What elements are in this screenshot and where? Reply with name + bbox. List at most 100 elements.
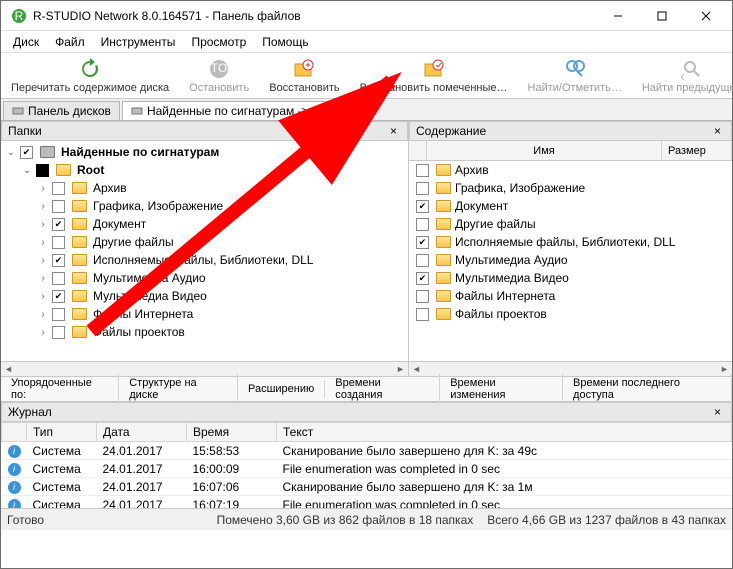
menu-item[interactable]: Просмотр bbox=[183, 33, 254, 51]
sortbar-item[interactable]: Времени изменения bbox=[440, 374, 563, 404]
list-item[interactable]: Графика, Изображение bbox=[409, 179, 732, 197]
menu-item[interactable]: Диск bbox=[5, 33, 47, 51]
toolbar-stop-button[interactable]: STOPОстановить bbox=[179, 54, 259, 98]
info-icon: i bbox=[8, 445, 21, 458]
col-type[interactable]: Тип bbox=[27, 423, 97, 442]
tab-strip: Панель дисковНайденные по сигнатурам -> … bbox=[1, 99, 732, 121]
folder-icon bbox=[436, 164, 451, 176]
tab-close-icon[interactable]: × bbox=[329, 104, 336, 118]
right-panel-close[interactable]: × bbox=[710, 124, 725, 138]
content-column-header[interactable]: Имя Размер bbox=[409, 141, 732, 161]
list-item[interactable]: Мультимедиа Аудио bbox=[409, 251, 732, 269]
checkbox[interactable] bbox=[416, 218, 429, 231]
tree-row[interactable]: ›Мультимедиа Видео bbox=[1, 287, 408, 305]
sortbar-item[interactable]: Времени последнего доступа bbox=[563, 374, 732, 404]
sortbar-item[interactable]: Структуре на диске bbox=[119, 374, 238, 404]
sortbar-item[interactable]: Времени создания bbox=[325, 374, 440, 404]
checkbox[interactable] bbox=[416, 308, 429, 321]
left-panel-header: Папки × bbox=[1, 121, 408, 141]
checkbox[interactable] bbox=[52, 236, 65, 249]
col-name[interactable]: Имя bbox=[427, 141, 662, 160]
list-item[interactable]: Мультимедиа Видео bbox=[409, 269, 732, 287]
menu-item[interactable]: Помощь bbox=[254, 33, 316, 51]
toolbar-refresh-button[interactable]: Перечитать содержимое диска bbox=[1, 54, 179, 98]
checkbox[interactable] bbox=[52, 218, 65, 231]
expand-icon[interactable]: › bbox=[37, 183, 49, 194]
checkbox[interactable] bbox=[52, 272, 65, 285]
folder-icon bbox=[436, 200, 451, 212]
checkbox[interactable] bbox=[52, 182, 65, 195]
sortbar-item[interactable]: Расширению bbox=[238, 380, 325, 398]
folder-icon bbox=[436, 290, 451, 302]
tree-row[interactable]: ›Другие файлы bbox=[1, 233, 408, 251]
journal-table[interactable]: Тип Дата Время Текст iСистема24.01.20171… bbox=[1, 422, 732, 508]
checkbox[interactable] bbox=[36, 164, 49, 177]
content-list[interactable]: АрхивГрафика, ИзображениеДокументДругие … bbox=[409, 161, 732, 361]
list-item[interactable]: Файлы Интернета bbox=[409, 287, 732, 305]
expand-icon[interactable]: › bbox=[37, 201, 49, 212]
tree-row[interactable]: ⌄Root bbox=[1, 161, 408, 179]
checkbox[interactable] bbox=[416, 290, 429, 303]
find-icon bbox=[564, 58, 586, 80]
checkbox[interactable] bbox=[52, 308, 65, 321]
expand-icon[interactable]: › bbox=[37, 291, 49, 302]
expand-icon[interactable]: ⌄ bbox=[5, 147, 17, 158]
list-item[interactable]: Файлы проектов bbox=[409, 305, 732, 323]
list-item[interactable]: Архив bbox=[409, 161, 732, 179]
toolbar-find-button[interactable]: Найти/Отметить… bbox=[518, 54, 632, 98]
tab[interactable]: Найденные по сигнатурам -> K:× bbox=[122, 101, 345, 120]
menu-item[interactable]: Файл bbox=[47, 33, 93, 51]
toolbar-recover-marked-button[interactable]: Восстановить помеченные… bbox=[350, 54, 518, 98]
menu-item[interactable]: Инструменты bbox=[93, 33, 184, 51]
journal-row[interactable]: iСистема24.01.201716:07:19File enumerati… bbox=[2, 496, 732, 509]
list-item[interactable]: Исполняемые файлы, Библиотеки, DLL bbox=[409, 233, 732, 251]
close-button[interactable] bbox=[684, 2, 728, 30]
checkbox[interactable] bbox=[416, 200, 429, 213]
tree-row[interactable]: ›Графика, Изображение bbox=[1, 197, 408, 215]
tree-row[interactable]: ›Исполняемые файлы, Библиотеки, DLL bbox=[1, 251, 408, 269]
checkbox[interactable] bbox=[52, 200, 65, 213]
journal-close[interactable]: × bbox=[710, 405, 725, 419]
col-size[interactable]: Размер bbox=[662, 141, 732, 160]
list-item[interactable]: Другие файлы bbox=[409, 215, 732, 233]
toolbar-find-prev-button[interactable]: Найти предыдущее bbox=[632, 54, 733, 98]
col-time[interactable]: Время bbox=[187, 423, 277, 442]
expand-icon[interactable]: › bbox=[37, 327, 49, 338]
maximize-button[interactable] bbox=[640, 2, 684, 30]
journal-row[interactable]: iСистема24.01.201716:07:06Сканирование б… bbox=[2, 478, 732, 496]
tree-row[interactable]: ›Архив bbox=[1, 179, 408, 197]
window-title: R-STUDIO Network 8.0.164571 - Панель фай… bbox=[33, 9, 596, 23]
tree-row[interactable]: ›Файлы Интернета bbox=[1, 305, 408, 323]
expand-icon[interactable]: › bbox=[37, 255, 49, 266]
tree-row[interactable]: ›Мультимедиа Аудио bbox=[1, 269, 408, 287]
left-panel-title: Папки bbox=[8, 124, 42, 138]
checkbox[interactable] bbox=[52, 326, 65, 339]
folder-tree[interactable]: ⌄Найденные по сигнатурам⌄Root›Архив›Граф… bbox=[1, 141, 408, 361]
toolbar-recover-button[interactable]: Восстановить bbox=[259, 54, 349, 98]
tab[interactable]: Панель дисков bbox=[3, 101, 120, 120]
folder-icon bbox=[436, 308, 451, 320]
tree-row[interactable]: ⌄Найденные по сигнатурам bbox=[1, 143, 408, 161]
list-item[interactable]: Документ bbox=[409, 197, 732, 215]
col-text[interactable]: Текст bbox=[277, 423, 732, 442]
expand-icon[interactable]: › bbox=[37, 273, 49, 284]
checkbox[interactable] bbox=[20, 146, 33, 159]
journal-row[interactable]: iСистема24.01.201716:00:09File enumerati… bbox=[2, 460, 732, 478]
expand-icon[interactable]: › bbox=[37, 309, 49, 320]
checkbox[interactable] bbox=[416, 164, 429, 177]
expand-icon[interactable]: › bbox=[37, 219, 49, 230]
expand-icon[interactable]: › bbox=[37, 237, 49, 248]
checkbox[interactable] bbox=[52, 290, 65, 303]
tree-row[interactable]: ›Документ bbox=[1, 215, 408, 233]
checkbox[interactable] bbox=[416, 182, 429, 195]
left-panel-close[interactable]: × bbox=[386, 124, 401, 138]
col-date[interactable]: Дата bbox=[97, 423, 187, 442]
tree-row[interactable]: ›Файлы проектов bbox=[1, 323, 408, 341]
checkbox[interactable] bbox=[416, 272, 429, 285]
journal-row[interactable]: iСистема24.01.201715:58:53Сканирование б… bbox=[2, 442, 732, 460]
checkbox[interactable] bbox=[52, 254, 65, 267]
checkbox[interactable] bbox=[416, 254, 429, 267]
expand-icon[interactable]: ⌄ bbox=[21, 165, 33, 176]
checkbox[interactable] bbox=[416, 236, 429, 249]
minimize-button[interactable] bbox=[596, 2, 640, 30]
